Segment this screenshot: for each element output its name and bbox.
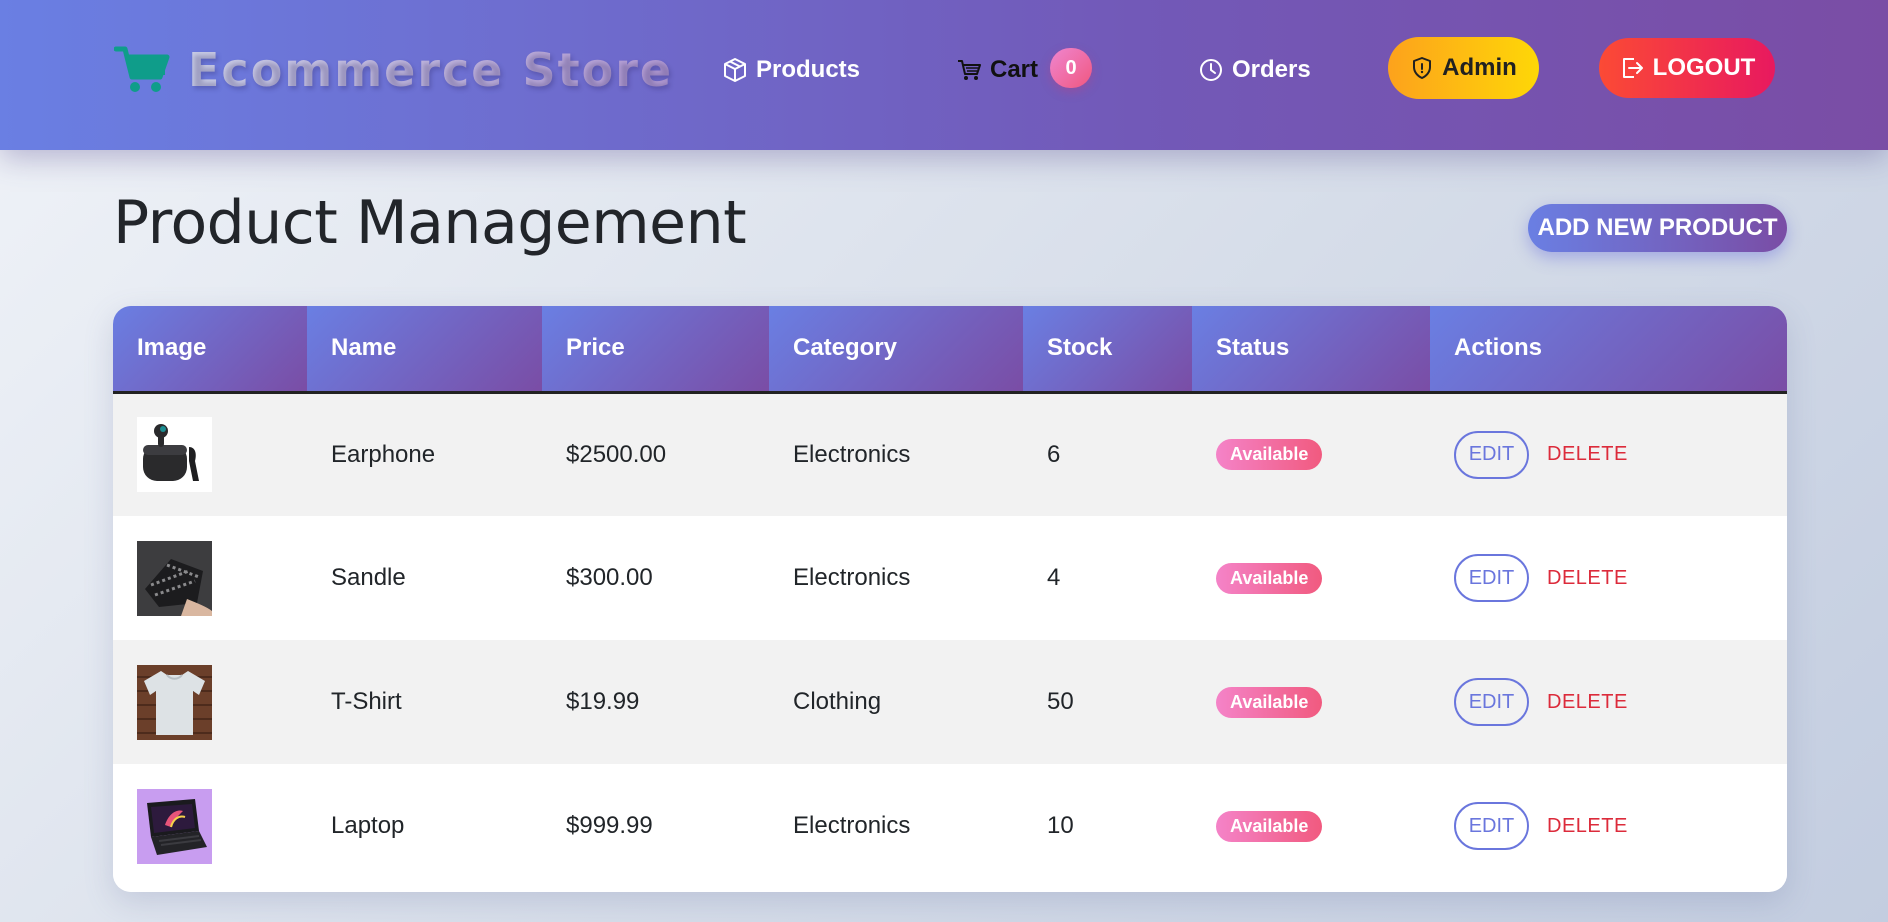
- cell-stock: 10: [1023, 764, 1192, 888]
- cell-price: $19.99: [542, 640, 769, 764]
- delete-button[interactable]: DELETE: [1547, 567, 1628, 590]
- status-badge: Available: [1216, 686, 1323, 718]
- top-navbar: Ecommerce Store Products Cart 0 Orders A…: [0, 0, 1888, 150]
- cell-image: [113, 392, 307, 516]
- logout-label: LOGOUT: [1652, 54, 1756, 81]
- cell-price: $300.00: [542, 516, 769, 640]
- cell-status: Available: [1192, 764, 1430, 888]
- page-title: Product Management: [113, 188, 747, 258]
- box-icon: [724, 58, 746, 82]
- cell-actions: EDIT DELETE: [1430, 640, 1787, 764]
- shopping-cart-icon: [114, 46, 170, 92]
- nav-cart[interactable]: Cart: [956, 52, 1038, 88]
- delete-button[interactable]: DELETE: [1547, 815, 1628, 838]
- header-actions[interactable]: Actions: [1430, 306, 1787, 394]
- cart-count-badge: 0: [1050, 48, 1092, 88]
- nav-products-label: Products: [756, 56, 861, 83]
- table-header-row: Image Name Price Category Stock Status A…: [113, 306, 1787, 394]
- status-badge: Available: [1216, 562, 1323, 594]
- header-image[interactable]: Image: [113, 306, 307, 394]
- cell-stock: 4: [1023, 516, 1192, 640]
- cell-actions: EDIT DELETE: [1430, 516, 1787, 640]
- cell-price: $2500.00: [542, 392, 769, 516]
- cell-image: [113, 764, 307, 888]
- cell-name: Laptop: [307, 764, 542, 888]
- header-stock[interactable]: Stock: [1023, 306, 1192, 394]
- delete-button[interactable]: DELETE: [1547, 443, 1628, 466]
- logout-button[interactable]: LOGOUT: [1599, 38, 1775, 98]
- cell-status: Available: [1192, 516, 1430, 640]
- add-new-product-button[interactable]: ADD NEW PRODUCT: [1528, 204, 1787, 252]
- cell-stock: 50: [1023, 640, 1192, 764]
- cell-category: Electronics: [769, 392, 1023, 516]
- header-status[interactable]: Status: [1192, 306, 1430, 394]
- nav-orders-label: Orders: [1232, 56, 1311, 83]
- header-category[interactable]: Category: [769, 306, 1023, 394]
- delete-button[interactable]: DELETE: [1547, 691, 1628, 714]
- clock-icon: [1200, 59, 1222, 81]
- cell-category: Electronics: [769, 516, 1023, 640]
- product-table-card: Image Name Price Category Stock Status A…: [113, 306, 1787, 892]
- cell-name: Sandle: [307, 516, 542, 640]
- product-table: Image Name Price Category Stock Status A…: [113, 306, 1787, 888]
- nav-products[interactable]: Products: [722, 52, 860, 88]
- nav-orders[interactable]: Orders: [1198, 52, 1311, 88]
- table-row: Laptop $999.99 Electronics 10 Available …: [113, 764, 1787, 888]
- cell-category: Electronics: [769, 764, 1023, 888]
- brand[interactable]: Ecommerce Store: [114, 42, 673, 98]
- cell-stock: 6: [1023, 392, 1192, 516]
- cell-name: T-Shirt: [307, 640, 542, 764]
- edit-button[interactable]: EDIT: [1454, 430, 1529, 479]
- table-row: Sandle $300.00 Electronics 4 Available E…: [113, 516, 1787, 640]
- cart-icon: [958, 60, 981, 80]
- admin-label: Admin: [1442, 54, 1517, 81]
- edit-button[interactable]: EDIT: [1454, 678, 1529, 726]
- status-badge: Available: [1216, 439, 1323, 471]
- cell-image: [113, 516, 307, 640]
- tshirt-image: [137, 664, 212, 740]
- shield-icon: [1413, 57, 1432, 79]
- cell-actions: EDIT DELETE: [1430, 764, 1787, 888]
- earphone-image: [137, 417, 212, 493]
- table-row: T-Shirt $19.99 Clothing 50 Available EDI…: [113, 640, 1787, 764]
- cell-image: [113, 640, 307, 764]
- brand-title: Ecommerce Store: [188, 43, 674, 97]
- cell-name: Earphone: [307, 392, 542, 516]
- cell-price: $999.99: [542, 764, 769, 888]
- cell-status: Available: [1192, 392, 1430, 516]
- header-name[interactable]: Name: [307, 306, 542, 394]
- logout-icon: [1622, 58, 1643, 78]
- edit-button[interactable]: EDIT: [1454, 554, 1529, 602]
- table-row: Earphone $2500.00 Electronics 6 Availabl…: [113, 392, 1787, 516]
- edit-button[interactable]: EDIT: [1454, 802, 1529, 850]
- cell-status: Available: [1192, 640, 1430, 764]
- status-badge: Available: [1216, 810, 1323, 842]
- laptop-image: [137, 788, 212, 864]
- sandal-image: [137, 540, 212, 616]
- cell-actions: EDIT DELETE: [1430, 392, 1787, 516]
- admin-button[interactable]: Admin: [1388, 37, 1539, 99]
- header-price[interactable]: Price: [542, 306, 769, 394]
- nav-cart-label: Cart: [990, 56, 1039, 83]
- cell-category: Clothing: [769, 640, 1023, 764]
